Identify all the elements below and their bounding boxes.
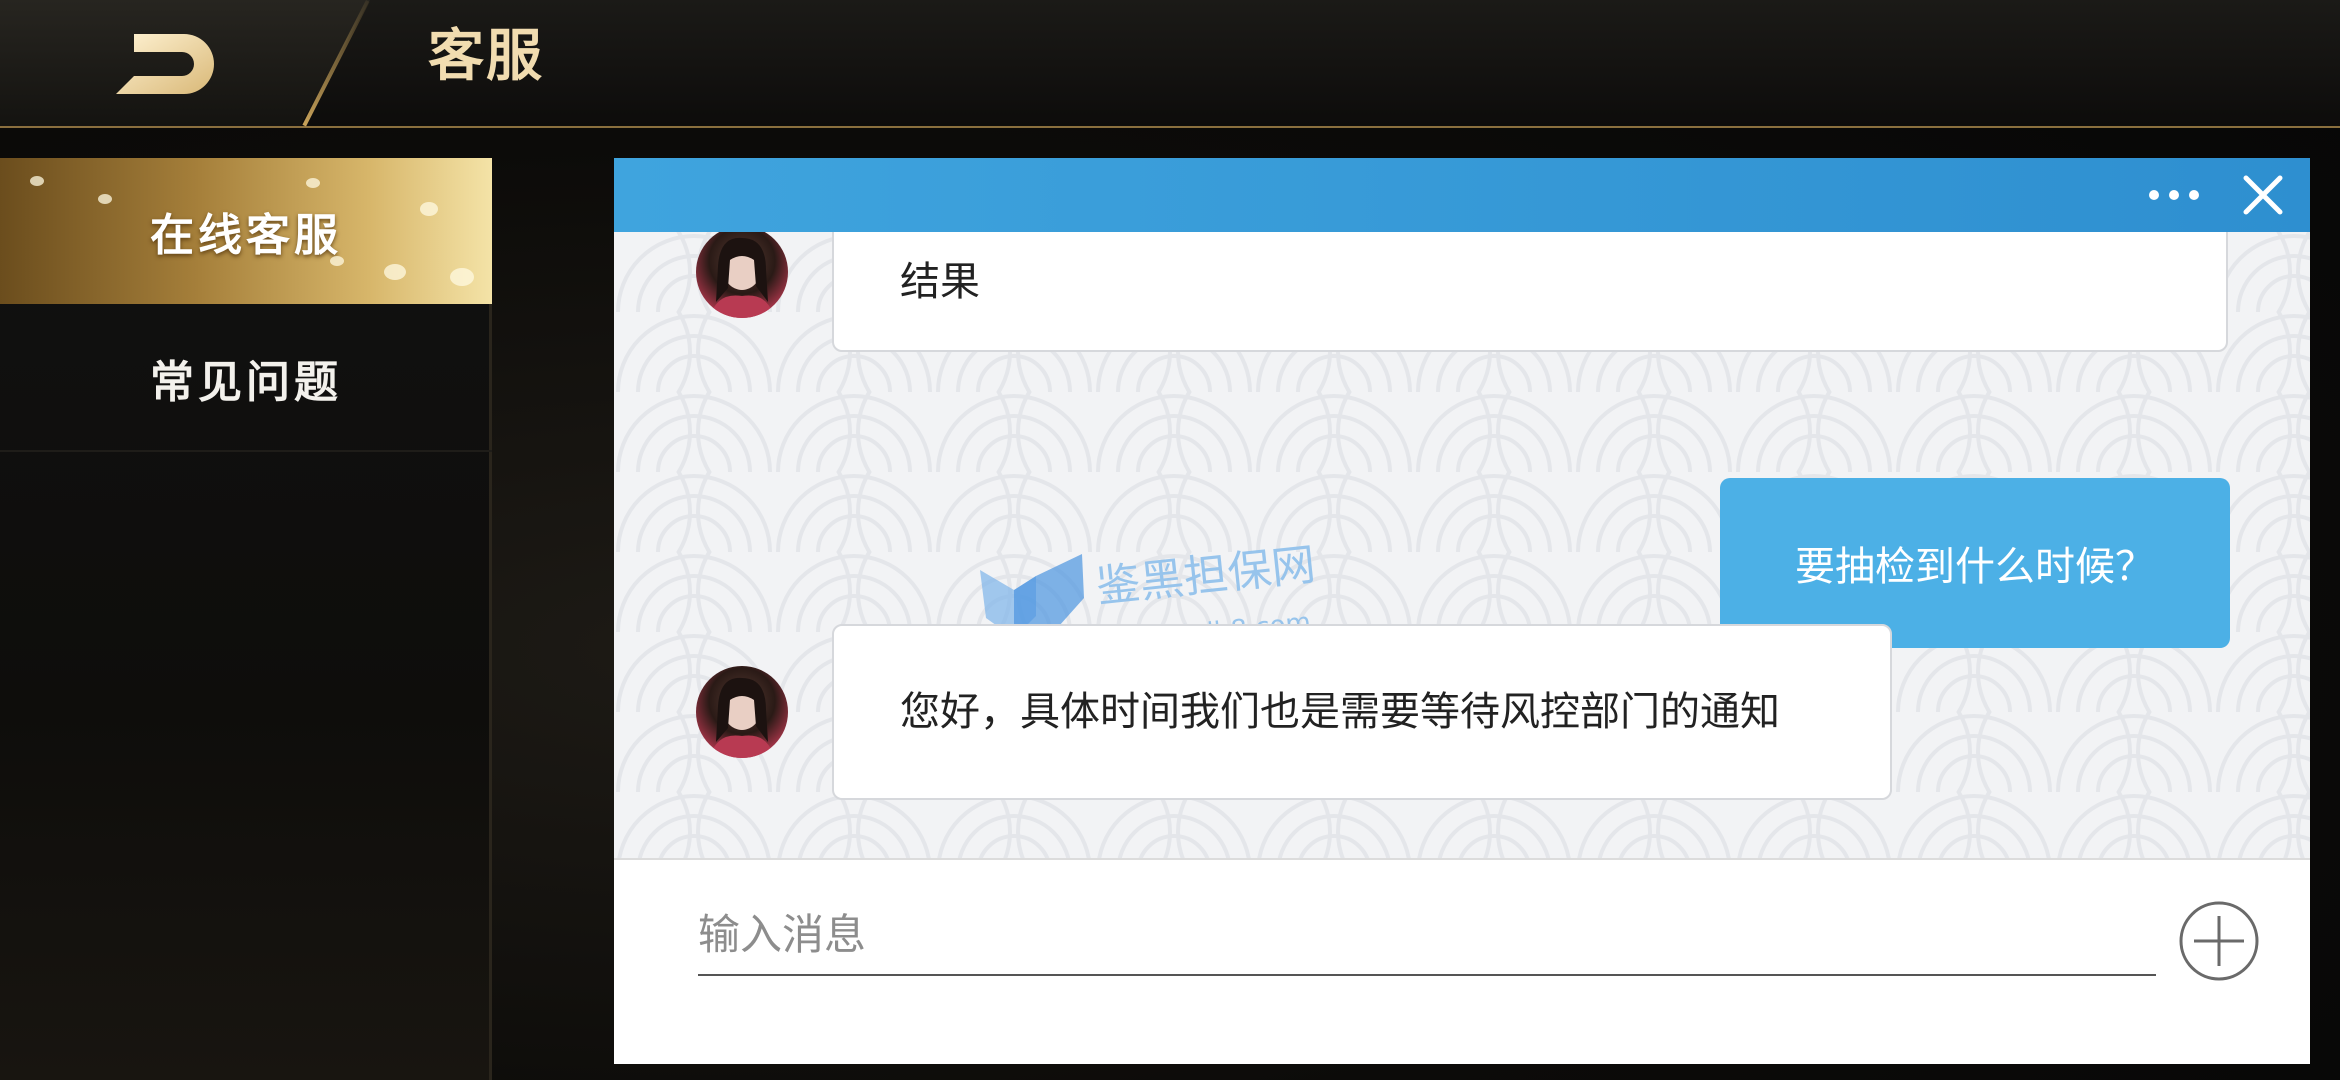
back-button[interactable] (112, 30, 222, 98)
plus-circle-icon (2179, 901, 2259, 981)
sidebar-item-online-service[interactable]: 在线客服 (0, 158, 492, 304)
sparkle-decoration (420, 202, 438, 216)
agent-avatar[interactable] (696, 666, 788, 758)
message-text: 结果 (900, 259, 980, 305)
sparkle-decoration (384, 264, 406, 280)
message-list[interactable]: 结果 要抽检到什么时候？ 鉴黑担保网 www.jhdb8.com 您好，具体时间… (614, 232, 2310, 858)
sparkle-decoration (450, 268, 474, 286)
sidebar-item-faq[interactable]: 常见问题 (0, 306, 492, 452)
top-bar: 客服 (0, 0, 2340, 128)
chat-window: 结果 要抽检到什么时候？ 鉴黑担保网 www.jhdb8.com 您好，具体时间… (614, 158, 2310, 1064)
avatar-image (710, 677, 774, 758)
close-icon (2243, 175, 2283, 215)
add-attachment-button[interactable] (2178, 900, 2260, 982)
sidebar-item-label: 在线客服 (150, 210, 342, 261)
page-title: 客服 (428, 24, 544, 89)
message-input[interactable] (698, 894, 2156, 976)
message-text: 您好，具体时间我们也是需要等待风控部门的通知 (900, 689, 1780, 735)
close-button[interactable] (2240, 172, 2286, 218)
sparkle-decoration (98, 194, 112, 204)
more-dots-icon (2149, 190, 2199, 200)
sparkle-decoration (306, 178, 320, 188)
watermark-name: 鉴黑担保网 (1094, 542, 1318, 613)
agent-message[interactable]: 您好，具体时间我们也是需要等待风控部门的通知 (832, 624, 1892, 800)
agent-message[interactable]: 结果 (832, 232, 2228, 352)
message-text: 要抽检到什么时候？ (1795, 544, 2155, 590)
more-button[interactable] (2144, 180, 2204, 210)
sidebar-item-label: 常见问题 (150, 357, 342, 408)
sparkle-decoration (30, 176, 44, 186)
sparkle-decoration (330, 256, 344, 266)
user-message[interactable]: 要抽检到什么时候？ (1720, 478, 2230, 648)
composer (614, 858, 2310, 1064)
back-arrow-icon (116, 34, 214, 94)
sidebar: 在线客服 常见问题 (0, 158, 492, 1080)
chat-header (614, 158, 2310, 232)
